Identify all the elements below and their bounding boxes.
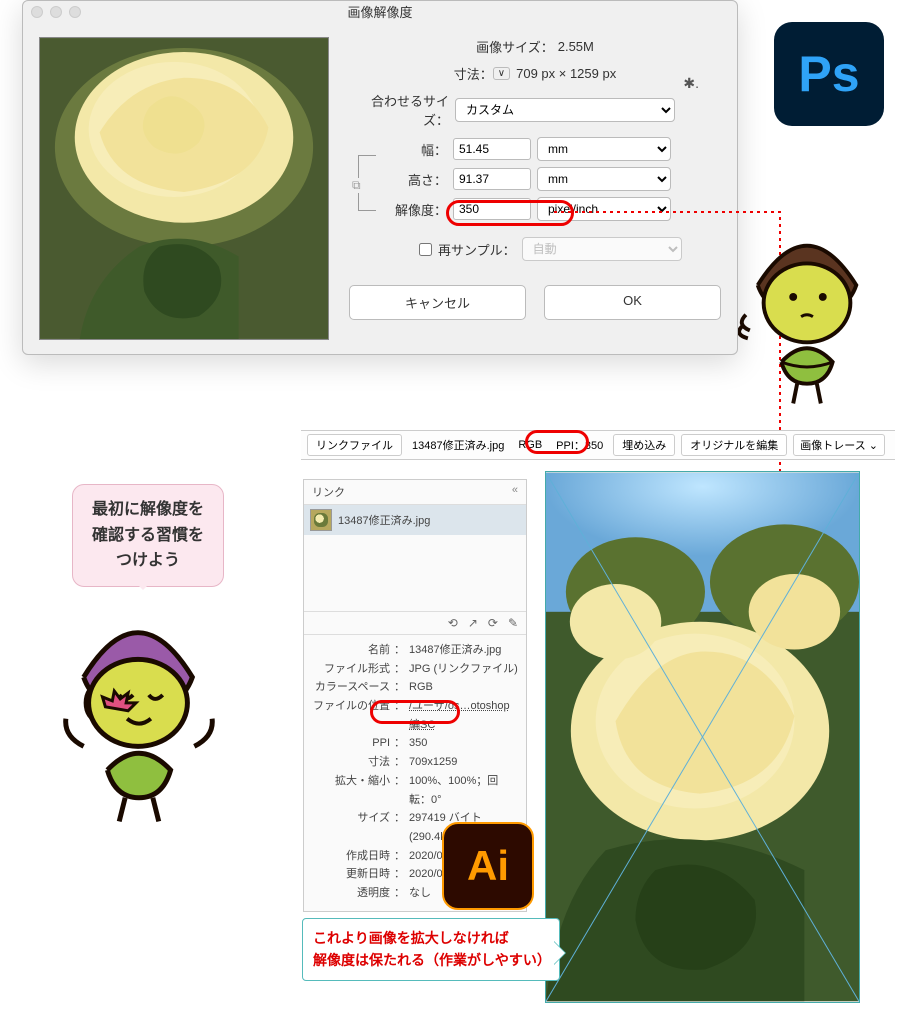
goto-link-icon[interactable]: ↗: [468, 616, 478, 630]
cancel-button[interactable]: キャンセル: [349, 285, 526, 320]
links-list[interactable]: 13487修正済み.jpg: [304, 505, 526, 611]
width-unit-select[interactable]: mm: [537, 137, 671, 161]
fit-to-label: 合わせるサイズ：: [349, 91, 449, 129]
height-input[interactable]: [453, 168, 531, 190]
photoshop-image-size-dialog: 画像解像度 ✱. 画像サイズ： 2.55M 寸法： ∨: [22, 0, 738, 355]
resolution-label: 解像度：: [385, 200, 447, 219]
image-size-label: 画像サイズ：: [476, 37, 554, 56]
window-controls[interactable]: [31, 6, 81, 18]
width-label: 幅：: [385, 140, 447, 159]
character-chestnut-left: [54, 608, 222, 845]
embed-button[interactable]: 埋め込み: [613, 434, 675, 456]
links-panel-title: リンク: [312, 484, 345, 500]
link-dimensions-icon[interactable]: ⧉: [352, 178, 361, 193]
gear-icon[interactable]: ✱.: [683, 75, 699, 92]
placed-image-on-artboard[interactable]: [545, 471, 860, 1003]
fit-to-select[interactable]: カスタム: [455, 98, 675, 122]
dialog-title: 画像解像度: [347, 5, 412, 20]
list-item[interactable]: 13487修正済み.jpg: [304, 505, 526, 535]
relink-icon[interactable]: ⟲: [448, 616, 458, 630]
update-link-icon[interactable]: ⟳: [488, 616, 498, 630]
edit-original-button[interactable]: オリジナルを編集: [681, 434, 787, 456]
height-unit-select[interactable]: mm: [537, 167, 671, 191]
dimensions-label: 寸法：: [454, 64, 493, 83]
character-chestnut-right: [738, 226, 876, 423]
dimensions-dropdown-icon[interactable]: ∨: [493, 67, 510, 80]
preview-thumbnail: [39, 37, 329, 340]
width-input[interactable]: [453, 138, 531, 160]
panel-collapse-icon[interactable]: «: [512, 484, 518, 500]
illustrator-control-bar: リンクファイル 13487修正済み.jpg RGB PPI：350 埋め込み オ…: [301, 430, 895, 460]
height-label: 高さ：: [385, 170, 447, 189]
dialog-titlebar[interactable]: 画像解像度: [23, 1, 737, 25]
toolbar-filename: 13487修正済み.jpg: [408, 435, 508, 455]
speech-bubble-habit: 最初に解像度を 確認する習慣を つけよう: [72, 484, 224, 587]
link-item-name: 13487修正済み.jpg: [338, 512, 430, 528]
image-size-value: 2.55M: [558, 39, 594, 54]
photoshop-app-icon: Ps: [774, 22, 884, 126]
resample-label: 再サンプル：: [438, 240, 516, 259]
resolution-highlight-oval: [446, 200, 574, 226]
edit-original-icon[interactable]: ✎: [508, 616, 518, 630]
link-file-chip[interactable]: リンクファイル: [307, 434, 402, 456]
toolbar-colorspace: RGB: [514, 437, 546, 453]
image-trace-select[interactable]: 画像トレース ⌄: [793, 434, 885, 456]
callout-resolution-note: これより画像を拡大しなければ 解像度は保たれる（作業がしやすい）: [302, 918, 560, 981]
illustrator-app-icon: Ai: [442, 822, 534, 910]
resample-checkbox[interactable]: [419, 243, 432, 256]
dimensions-value: 709 px × 1259 px: [516, 66, 616, 81]
toolbar-ppi: PPI：350: [552, 435, 607, 455]
ok-button[interactable]: OK: [544, 285, 721, 320]
resample-select[interactable]: 自動: [522, 237, 682, 261]
link-thumbnail: [310, 509, 332, 531]
